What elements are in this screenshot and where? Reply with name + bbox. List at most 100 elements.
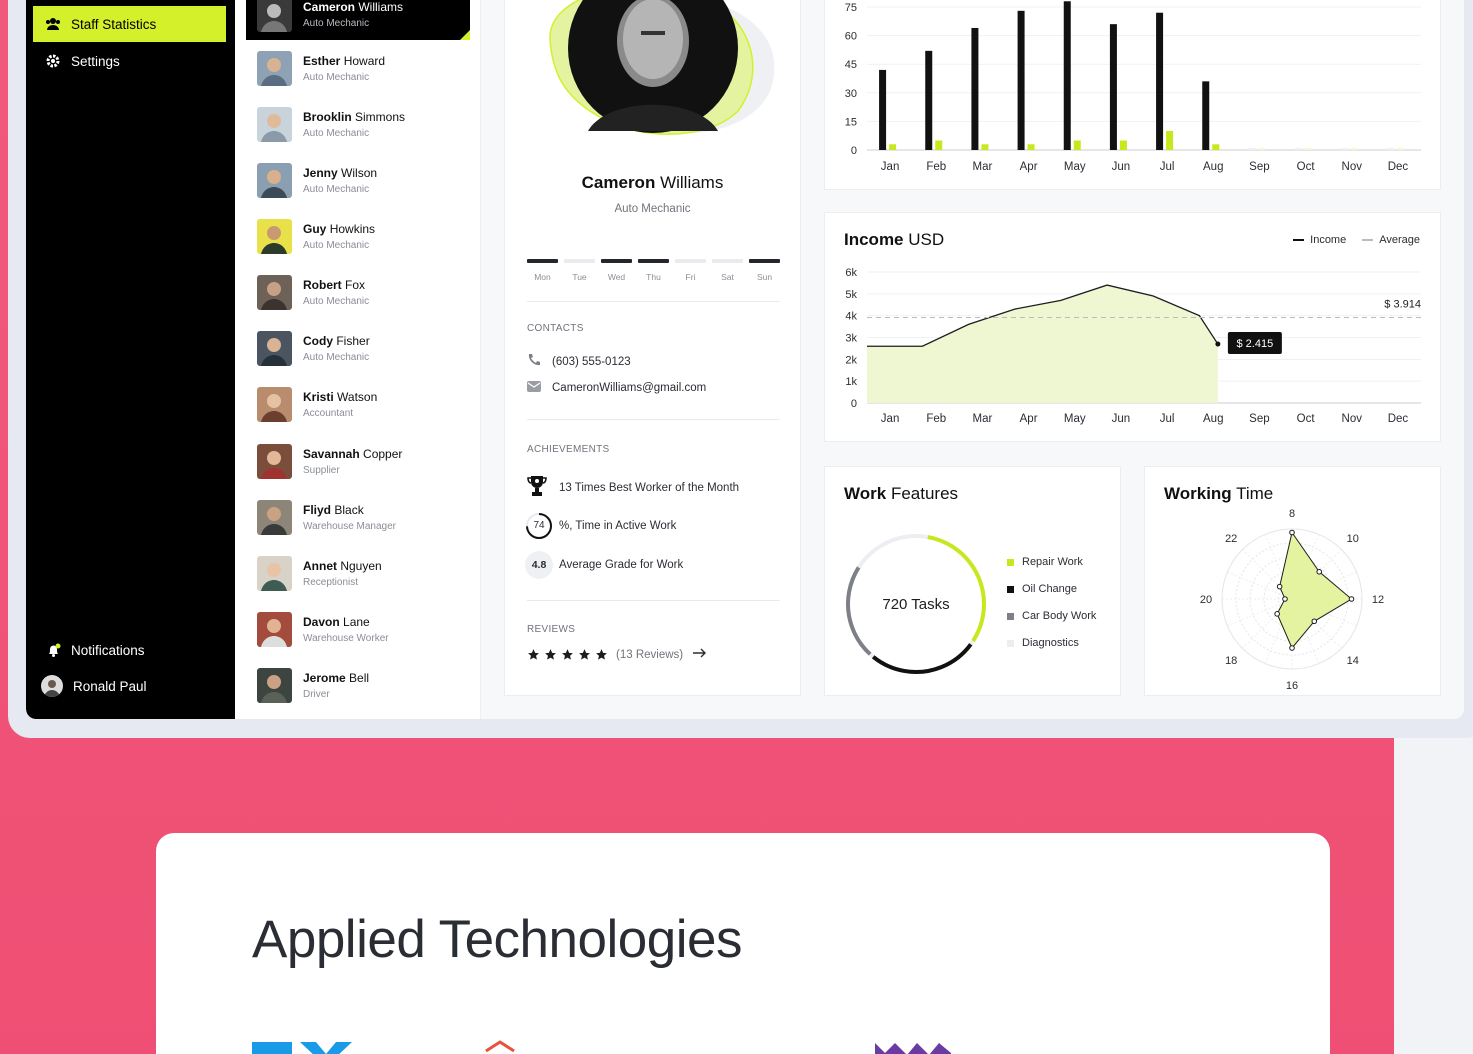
bar bbox=[889, 144, 897, 150]
sidebar-user-name: Ronald Paul bbox=[73, 678, 147, 694]
average-value: $ 3.914 bbox=[1384, 299, 1421, 311]
staff-last-name: Howard bbox=[343, 53, 386, 68]
staff-last-name: Wilson bbox=[341, 165, 378, 180]
list-item[interactable]: Brooklin Simmons Auto Mechanic bbox=[246, 98, 470, 150]
staff-role: Auto Mechanic bbox=[303, 17, 370, 29]
active-work-value: 74 bbox=[533, 520, 545, 531]
list-item[interactable]: Kristi Watson Accountant bbox=[246, 378, 470, 430]
radar-point bbox=[1274, 611, 1280, 617]
work-title-rest: Features bbox=[890, 484, 959, 503]
avatar bbox=[257, 611, 292, 647]
app-window: Staff Statistics Settings Notifications … bbox=[26, 0, 1464, 719]
staff-first-name: Savannah bbox=[303, 446, 360, 461]
bar bbox=[1073, 140, 1081, 150]
star-icon bbox=[596, 649, 607, 660]
y-tick-label: 45 bbox=[845, 59, 857, 71]
star-icon bbox=[545, 649, 556, 660]
staff-last-name: Lane bbox=[343, 614, 370, 629]
radar-point bbox=[1282, 596, 1288, 602]
staff-last-name: Bell bbox=[349, 670, 370, 685]
day-label: Sat bbox=[721, 272, 734, 282]
user-avatar bbox=[41, 675, 63, 697]
divider bbox=[527, 419, 780, 420]
y-tick-label: 15 bbox=[845, 116, 857, 128]
x-tick-label: Mar bbox=[973, 413, 993, 425]
users-icon bbox=[45, 16, 61, 32]
arrow-right-icon[interactable] bbox=[693, 648, 707, 661]
x-tick-label: Nov bbox=[1342, 161, 1363, 173]
bar bbox=[1212, 144, 1220, 150]
monthly-bar-chart-card: 0 15 30 45 60 75 Jan Feb Mar Apr May Jun Jul Aug Sep Oc… bbox=[824, 0, 1441, 190]
avatar bbox=[257, 443, 292, 479]
sidebar-item-notifications[interactable]: Notifications bbox=[33, 632, 226, 668]
x-tick-label: Aug bbox=[1203, 413, 1223, 425]
avatar bbox=[257, 162, 292, 198]
y-tick-label: 0 bbox=[851, 145, 857, 157]
email-address[interactable]: CameronWilliams@gmail.com bbox=[552, 382, 706, 394]
staff-role: Auto Mechanic bbox=[303, 239, 370, 251]
day-bar bbox=[527, 259, 558, 263]
work-features-legend: Repair Work Oil Change Car Body Work Dia… bbox=[1007, 556, 1096, 649]
radar-axis-label: 22 bbox=[1225, 533, 1237, 545]
y-tick-label: 30 bbox=[845, 88, 857, 100]
list-item[interactable]: Jerome Bell Driver bbox=[246, 659, 470, 711]
staff-first-name: Cody bbox=[303, 333, 333, 348]
sidebar-item-label: Notifications bbox=[71, 642, 145, 658]
staff-first-name: Esther bbox=[303, 53, 341, 68]
x-tick-label: Aug bbox=[1203, 161, 1223, 173]
staff-first-name: Kristi bbox=[303, 389, 334, 404]
x-tick-label: Sep bbox=[1249, 413, 1269, 425]
list-item[interactable]: Cameron Williams Auto Mechanic bbox=[246, 0, 470, 40]
list-item[interactable]: Savannah Copper Supplier bbox=[246, 435, 470, 487]
day-label: Mon bbox=[534, 272, 551, 282]
staff-first-name: Annet bbox=[303, 558, 337, 573]
staff-last-name: Simmons bbox=[355, 109, 406, 124]
sidebar-user[interactable]: Ronald Paul bbox=[33, 668, 226, 704]
list-item[interactable]: Guy Howkins Auto Mechanic bbox=[246, 210, 470, 262]
staff-first-name: Brooklin bbox=[303, 109, 352, 124]
divider bbox=[527, 600, 780, 601]
sidebar-item-staff-statistics[interactable]: Staff Statistics bbox=[33, 6, 226, 42]
avatar bbox=[257, 667, 292, 703]
radar-axis-label: 12 bbox=[1372, 594, 1384, 606]
radar-axis-label: 8 bbox=[1289, 508, 1295, 520]
day-label: Thu bbox=[646, 272, 661, 282]
working-time-card: Working Time 8 10 12 14 16 18 20 22 bbox=[1144, 466, 1441, 696]
day-bar bbox=[675, 259, 706, 263]
active-work-ring: 74 bbox=[525, 512, 559, 540]
bell-icon bbox=[45, 642, 61, 658]
list-item[interactable]: Jenny Wilson Auto Mechanic bbox=[246, 154, 470, 206]
income-area-chart: 0 1k 2k 3k 4k 5k 6k Jan Feb Mar Apr May Jun Jul Aug Sep… bbox=[845, 267, 1421, 425]
x-tick-label: Jul bbox=[1160, 413, 1175, 425]
staff-last-name: Watson bbox=[337, 389, 378, 404]
divider bbox=[527, 301, 780, 302]
sidebar-item-settings[interactable]: Settings bbox=[33, 43, 226, 79]
legend-label: Diagnostics bbox=[1022, 637, 1079, 649]
list-item[interactable]: Cody Fisher Auto Mechanic bbox=[246, 322, 470, 374]
x-tick-label: Jun bbox=[1112, 413, 1131, 425]
staff-last-name: Fox bbox=[345, 277, 366, 292]
bar bbox=[1119, 140, 1127, 150]
staff-first-name: Jerome bbox=[303, 670, 346, 685]
list-item[interactable]: Davon Lane Warehouse Worker bbox=[246, 603, 470, 655]
staff-role: Driver bbox=[303, 688, 330, 700]
list-item[interactable]: Esther Howard Auto Mechanic bbox=[246, 42, 470, 94]
list-item[interactable]: Robert Fox Auto Mechanic bbox=[246, 266, 470, 318]
bar bbox=[1340, 148, 1348, 150]
phone-number[interactable]: (603) 555-0123 bbox=[552, 356, 631, 368]
day-label: Sun bbox=[756, 272, 773, 282]
staff-first-name: Davon bbox=[303, 614, 340, 629]
radar-point bbox=[1311, 618, 1318, 625]
technologies-section: Applied Technologies bbox=[156, 833, 1330, 1054]
legend-label: Car Body Work bbox=[1022, 610, 1097, 622]
reviews-count[interactable]: (13 Reviews) bbox=[616, 649, 683, 661]
sidebar-item-label: Staff Statistics bbox=[71, 16, 157, 32]
avatar bbox=[257, 330, 292, 366]
legend-swatch bbox=[1007, 639, 1014, 647]
achievement-active-work: %, Time in Active Work bbox=[559, 520, 677, 532]
avatar bbox=[257, 106, 292, 142]
staff-role: Auto Mechanic bbox=[303, 351, 370, 363]
list-item[interactable]: Fliyd Black Warehouse Manager bbox=[246, 491, 470, 543]
working-time-radar: 8 10 12 14 16 18 20 22 bbox=[1200, 508, 1384, 692]
list-item[interactable]: Annet Nguyen Receptionist bbox=[246, 547, 470, 599]
